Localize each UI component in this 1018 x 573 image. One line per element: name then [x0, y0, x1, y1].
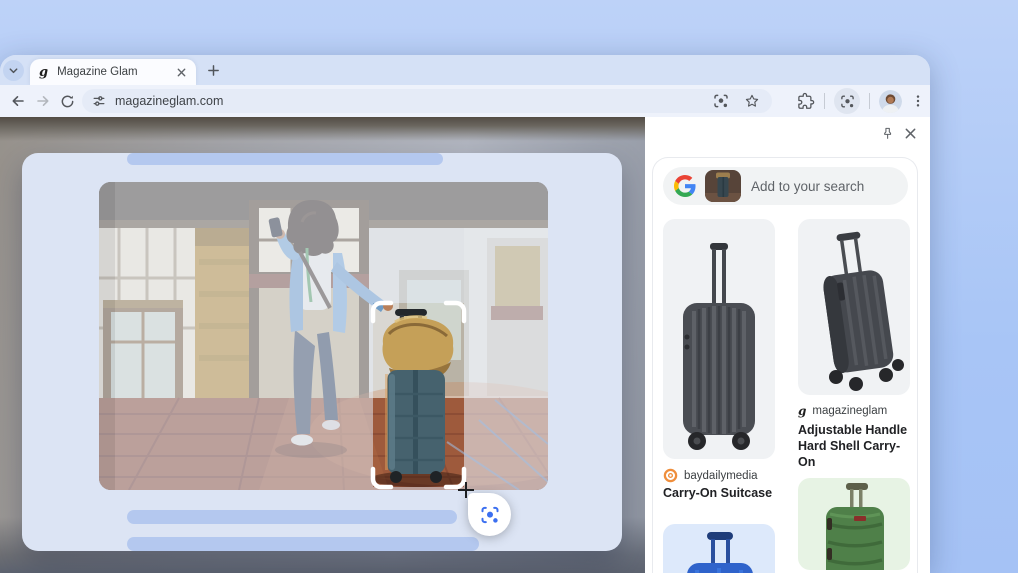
- close-panel-button[interactable]: [901, 124, 919, 142]
- google-g-icon: [674, 175, 696, 197]
- reload-button[interactable]: [57, 91, 77, 111]
- plus-icon: [207, 64, 219, 76]
- suitcase-image: [687, 532, 753, 573]
- product-image-suitcase-front[interactable]: [663, 219, 775, 459]
- suitcase-image: [826, 483, 884, 570]
- toolbar-separator: [824, 93, 825, 109]
- lens-search-bar[interactable]: Add to your search: [663, 167, 908, 205]
- source-name: magazineglam: [812, 405, 888, 417]
- photo-scene: [99, 182, 548, 490]
- magazineglam-favicon-icon: g: [798, 404, 807, 418]
- lens-icon: [481, 506, 498, 523]
- toolbar-separator: [869, 93, 870, 109]
- suitcase-image: [823, 231, 904, 391]
- baydailymedia-favicon-icon: [663, 468, 678, 483]
- tab-strip: g Magazine Glam: [0, 55, 930, 85]
- result-source[interactable]: g magazineglam: [798, 405, 887, 417]
- product-image-suitcase-angled[interactable]: [798, 219, 910, 395]
- tab-favicon-icon: g: [39, 64, 49, 80]
- address-bar[interactable]: magazineglam.com: [82, 89, 772, 113]
- webpage-dimmed-background[interactable]: [0, 117, 645, 573]
- selected-region-thumbnail: [705, 170, 741, 202]
- back-button[interactable]: [8, 91, 28, 111]
- results-grid: baydailymedia Carry-On Suitcase g magazi…: [663, 219, 910, 573]
- tab-close-icon[interactable]: [176, 67, 187, 78]
- result-title[interactable]: Carry-On Suitcase: [663, 486, 775, 502]
- browser-window: g Magazine Glam magazineglam.com Add to …: [0, 55, 930, 573]
- browser-toolbar: magazineglam.com: [0, 85, 930, 117]
- menu-kebab-icon[interactable]: [911, 93, 925, 109]
- magazine-article-card: [22, 153, 622, 551]
- close-icon: [905, 128, 915, 138]
- bookmark-star-icon[interactable]: [744, 93, 760, 109]
- lens-address-icon[interactable]: [713, 93, 729, 109]
- forward-button[interactable]: [33, 91, 53, 111]
- lens-results-card: Add to your search baydailymedia Carry-O…: [652, 157, 918, 573]
- tab-search-button[interactable]: [3, 60, 24, 81]
- result-title[interactable]: Adjustable Handle Hard Shell Carry-On: [798, 423, 910, 471]
- results-column-right: g magazineglam Adjustable Handle Hard Sh…: [798, 219, 910, 573]
- suitcase-image: [683, 243, 755, 450]
- omnibox-right-icons: [713, 93, 760, 109]
- lens-active-chip[interactable]: [834, 88, 860, 114]
- page-content: Add to your search baydailymedia Carry-O…: [0, 117, 930, 573]
- lens-selection-button[interactable]: [468, 493, 511, 536]
- tab-magazine-glam[interactable]: g Magazine Glam: [30, 59, 196, 85]
- lens-icon: [840, 95, 854, 107]
- result-source[interactable]: baydailymedia: [663, 468, 758, 483]
- skeleton-text-bar: [127, 510, 457, 524]
- skeleton-text-bar: [127, 537, 479, 551]
- url-text: magazineglam.com: [115, 94, 224, 108]
- new-tab-button[interactable]: [203, 60, 223, 80]
- product-image-suitcase-blue[interactable]: [663, 524, 775, 573]
- article-photo[interactable]: [99, 182, 548, 490]
- results-column-left: baydailymedia Carry-On Suitcase: [663, 219, 775, 573]
- chevron-down-icon: [9, 68, 18, 74]
- skeleton-text-bar: [127, 153, 443, 165]
- lens-side-panel: Add to your search baydailymedia Carry-O…: [645, 117, 930, 573]
- product-image-suitcase-green[interactable]: [798, 478, 910, 570]
- toolbar-right-cluster: [797, 85, 925, 117]
- pin-panel-button[interactable]: [878, 124, 896, 142]
- push-pin-icon: [883, 127, 891, 139]
- arrow-right-icon: [37, 96, 49, 106]
- arrow-left-icon: [12, 96, 24, 106]
- avatar-photo-icon: [879, 89, 902, 113]
- extensions-icon[interactable]: [797, 92, 815, 110]
- profile-avatar[interactable]: [879, 89, 902, 113]
- refresh-icon: [61, 95, 73, 107]
- screenshot-root: g Magazine Glam magazineglam.com Add to …: [0, 0, 1018, 573]
- source-name: baydailymedia: [684, 469, 758, 482]
- tab-title: Magazine Glam: [57, 66, 138, 78]
- search-placeholder: Add to your search: [751, 178, 865, 194]
- site-info-icon[interactable]: [92, 94, 106, 108]
